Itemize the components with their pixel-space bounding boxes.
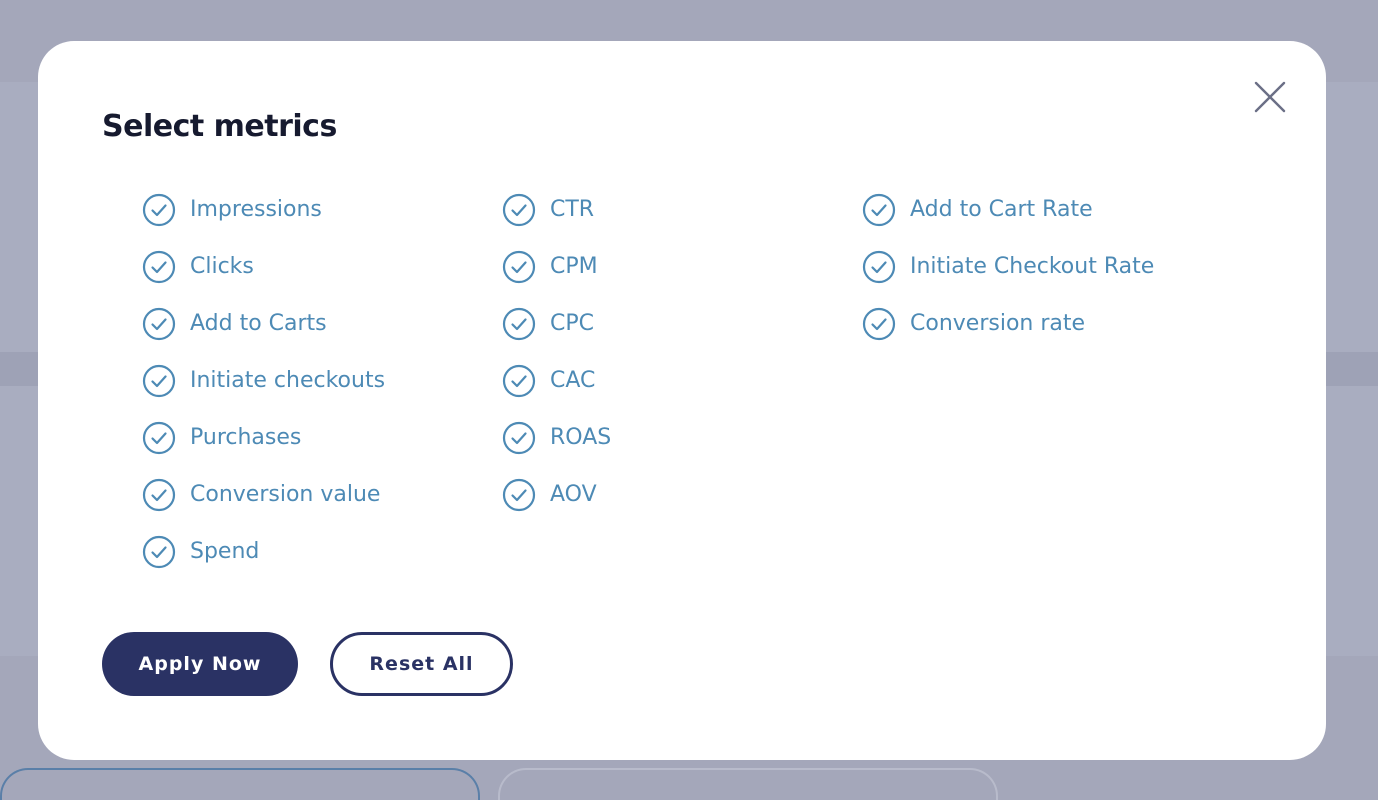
metrics-column-3: Add to Cart Rate Initiate Checkout Rate Co… — [862, 193, 1222, 364]
metric-label: Initiate Checkout Rate — [910, 254, 1155, 279]
check-circle-icon[interactable] — [502, 421, 536, 455]
check-circle-icon[interactable] — [862, 307, 896, 341]
check-circle-icon[interactable] — [502, 193, 536, 227]
metric-label: AOV — [550, 482, 597, 507]
metric-option-aov[interactable]: AOV — [502, 478, 862, 535]
metric-label: Add to Carts — [190, 311, 327, 336]
check-circle-icon[interactable] — [142, 250, 176, 284]
metric-option-conversion-rate[interactable]: Conversion rate — [862, 307, 1222, 364]
metric-option-add-to-cart-rate[interactable]: Add to Cart Rate — [862, 193, 1222, 250]
check-circle-icon[interactable] — [142, 535, 176, 569]
metric-option-cpc[interactable]: CPC — [502, 307, 862, 364]
close-button[interactable] — [1250, 77, 1290, 117]
check-circle-icon[interactable] — [502, 307, 536, 341]
metric-label: CTR — [550, 197, 595, 222]
metric-option-initiate-checkout-rate[interactable]: Initiate Checkout Rate — [862, 250, 1222, 307]
metric-option-clicks[interactable]: Clicks — [142, 250, 502, 307]
metric-label: Purchases — [190, 425, 302, 450]
metric-label: CPC — [550, 311, 594, 336]
metric-label: Initiate checkouts — [190, 368, 386, 393]
metric-option-impressions[interactable]: Impressions — [142, 193, 502, 250]
metric-label: Impressions — [190, 197, 322, 222]
check-circle-icon[interactable] — [142, 421, 176, 455]
metrics-column-1: Impressions Clicks Add to Carts Initiate ch… — [142, 193, 502, 592]
metric-option-purchases[interactable]: Purchases — [142, 421, 502, 478]
metric-option-roas[interactable]: ROAS — [502, 421, 862, 478]
metric-label: CAC — [550, 368, 596, 393]
metric-option-add-to-carts[interactable]: Add to Carts — [142, 307, 502, 364]
metric-option-cpm[interactable]: CPM — [502, 250, 862, 307]
close-icon — [1254, 81, 1286, 113]
check-circle-icon[interactable] — [142, 307, 176, 341]
metrics-column-2: CTR CPM CPC CAC ROAS AOV — [502, 193, 862, 535]
metric-option-ctr[interactable]: CTR — [502, 193, 862, 250]
check-circle-icon[interactable] — [502, 250, 536, 284]
metric-option-initiate-checkouts[interactable]: Initiate checkouts — [142, 364, 502, 421]
background-tab-active — [0, 768, 480, 800]
metric-label: Clicks — [190, 254, 254, 279]
modal-title: Select metrics — [102, 109, 337, 144]
check-circle-icon[interactable] — [502, 364, 536, 398]
metric-label: Add to Cart Rate — [910, 197, 1093, 222]
reset-all-button[interactable]: Reset All — [330, 632, 513, 696]
metric-option-spend[interactable]: Spend — [142, 535, 502, 592]
metric-label: CPM — [550, 254, 598, 279]
metric-label: ROAS — [550, 425, 612, 450]
check-circle-icon[interactable] — [142, 364, 176, 398]
check-circle-icon[interactable] — [502, 478, 536, 512]
metric-label: Spend — [190, 539, 260, 564]
check-circle-icon[interactable] — [142, 193, 176, 227]
check-circle-icon[interactable] — [142, 478, 176, 512]
check-circle-icon[interactable] — [862, 193, 896, 227]
metric-option-cac[interactable]: CAC — [502, 364, 862, 421]
select-metrics-modal: Select metrics Impressions Clicks Add to C… — [38, 41, 1326, 760]
metric-label: Conversion rate — [910, 311, 1086, 336]
check-circle-icon[interactable] — [862, 250, 896, 284]
apply-now-button[interactable]: Apply Now — [102, 632, 298, 696]
metric-option-conversion-value[interactable]: Conversion value — [142, 478, 502, 535]
metric-label: Conversion value — [190, 482, 381, 507]
background-tab — [498, 768, 998, 800]
